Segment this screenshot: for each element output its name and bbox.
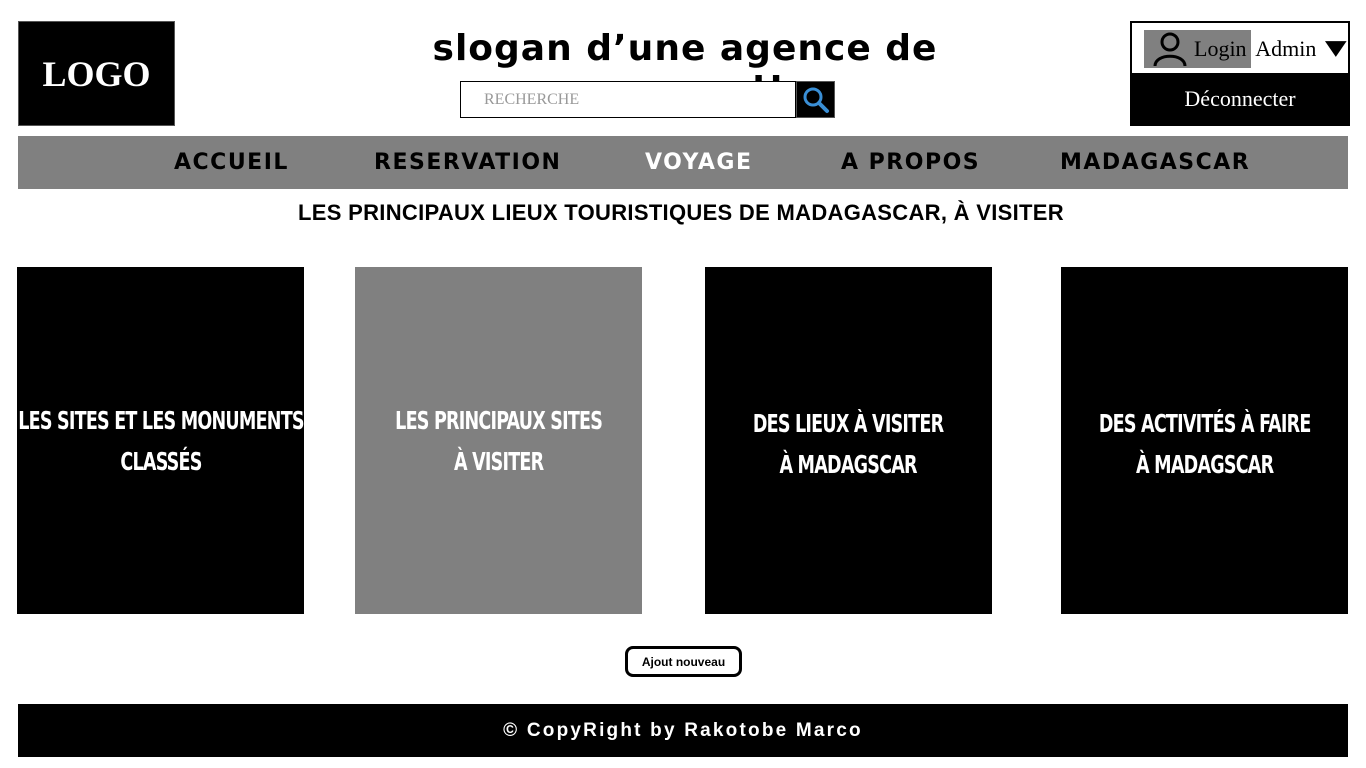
card-activites[interactable]: DES ACTIVITÉS À FAIRE À MADAGSCAR	[1061, 267, 1348, 614]
add-new-button[interactable]: Ajout nouveau	[625, 646, 742, 677]
footer: © CopyRight by Rakotobe Marco	[18, 704, 1348, 757]
card-label: DES ACTIVITÉS À FAIRE À MADAGSCAR	[1098, 408, 1311, 479]
logout-button[interactable]: Déconnecter	[1132, 73, 1348, 124]
search-button[interactable]	[796, 81, 835, 118]
admin-dropdown[interactable]: Admin	[1255, 36, 1316, 62]
card-principaux-sites[interactable]: LES PRINCIPAUX SITES À VISITER	[355, 267, 642, 614]
nav-item-voyage[interactable]: VOYAGE	[645, 136, 753, 189]
search-bar	[460, 81, 835, 118]
user-panel: Login Admin Déconnecter	[1130, 21, 1350, 126]
copyright-text: © CopyRight by Rakotobe Marco	[503, 719, 863, 741]
login-button[interactable]: Login	[1144, 30, 1252, 68]
triangle-down-icon[interactable]	[1324, 39, 1348, 59]
page-title: LES PRINCIPAUX LIEUX TOURISTIQUES DE MAD…	[298, 200, 1064, 225]
card-label: LES PRINCIPAUX SITES À VISITER	[395, 405, 603, 476]
logo[interactable]: LOGO	[18, 21, 175, 126]
search-icon	[803, 87, 829, 113]
nav-item-accueil[interactable]: ACCUEIL	[174, 136, 289, 189]
user-icon	[1153, 32, 1187, 67]
search-input[interactable]	[460, 81, 796, 118]
main-nav: ACCUEIL RESERVATION VOYAGE A PROPOS MADA…	[18, 136, 1348, 189]
user-menu: Login Admin	[1132, 23, 1348, 75]
card-sites-monuments[interactable]: LES SITES ET LES MONUMENTS CLASSÉS	[17, 267, 304, 614]
nav-item-a-propos[interactable]: A PROPOS	[841, 136, 980, 189]
login-label: Login	[1194, 36, 1247, 61]
card-lieux-a-visiter[interactable]: DES LIEUX À VISITER À MADAGSCAR	[705, 267, 992, 614]
nav-item-madagascar[interactable]: MADAGASCAR	[1060, 136, 1250, 189]
logo-text: LOGO	[42, 53, 151, 94]
card-label: DES LIEUX À VISITER À MADAGSCAR	[753, 408, 944, 479]
card-label: LES SITES ET LES MONUMENTS CLASSÉS	[17, 405, 304, 476]
nav-item-reservation[interactable]: RESERVATION	[374, 136, 561, 189]
